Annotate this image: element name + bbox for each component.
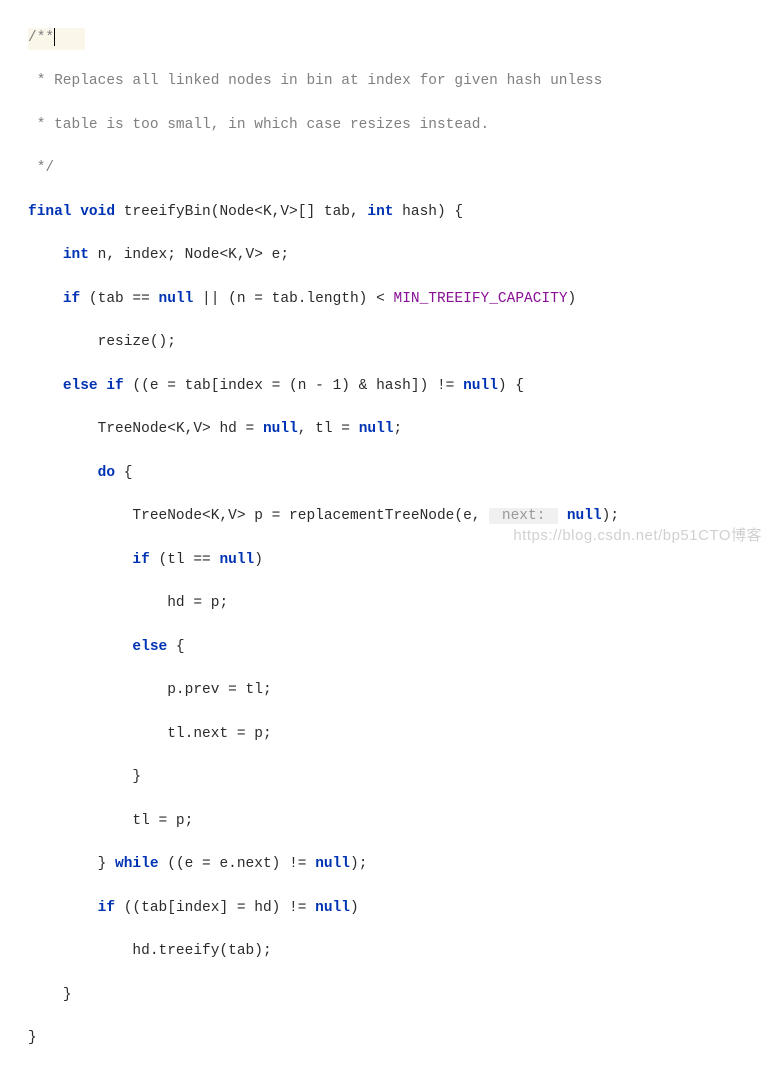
code-line: if (tl == null) <box>28 550 780 572</box>
code-line: else if ((e = tab[index = (n - 1) & hash… <box>28 376 780 398</box>
code-line: int n, index; Node<K,V> e; <box>28 245 780 267</box>
javadoc-line: */ <box>28 158 780 180</box>
code-line: final void treeifyBin(Node<K,V>[] tab, i… <box>28 202 780 224</box>
code-line: } <box>28 985 780 1007</box>
parameter-hint: next: <box>489 508 558 524</box>
code-line: resize(); <box>28 332 780 354</box>
code-line: } <box>28 767 780 789</box>
code-line: hd.treeify(tab); <box>28 941 780 963</box>
code-line: else { <box>28 637 780 659</box>
text-cursor <box>54 28 55 45</box>
code-line: p.prev = tl; <box>28 680 780 702</box>
watermark-text: https://blog.csdn.net/bp51CTO博客 <box>513 525 762 548</box>
code-line: } <box>28 1028 780 1050</box>
code-line: if ((tab[index] = hd) != null) <box>28 898 780 920</box>
code-line: hd = p; <box>28 593 780 615</box>
javadoc-line: /** <box>28 28 780 50</box>
code-line: tl.next = p; <box>28 724 780 746</box>
code-line: do { <box>28 463 780 485</box>
code-line: if (tab == null || (n = tab.length) < MI… <box>28 289 780 311</box>
code-line: tl = p; <box>28 811 780 833</box>
code-line: } while ((e = e.next) != null); <box>28 854 780 876</box>
javadoc-line: * Replaces all linked nodes in bin at in… <box>28 71 780 93</box>
code-line: TreeNode<K,V> hd = null, tl = null; <box>28 419 780 441</box>
javadoc-line: * table is too small, in which case resi… <box>28 115 780 137</box>
